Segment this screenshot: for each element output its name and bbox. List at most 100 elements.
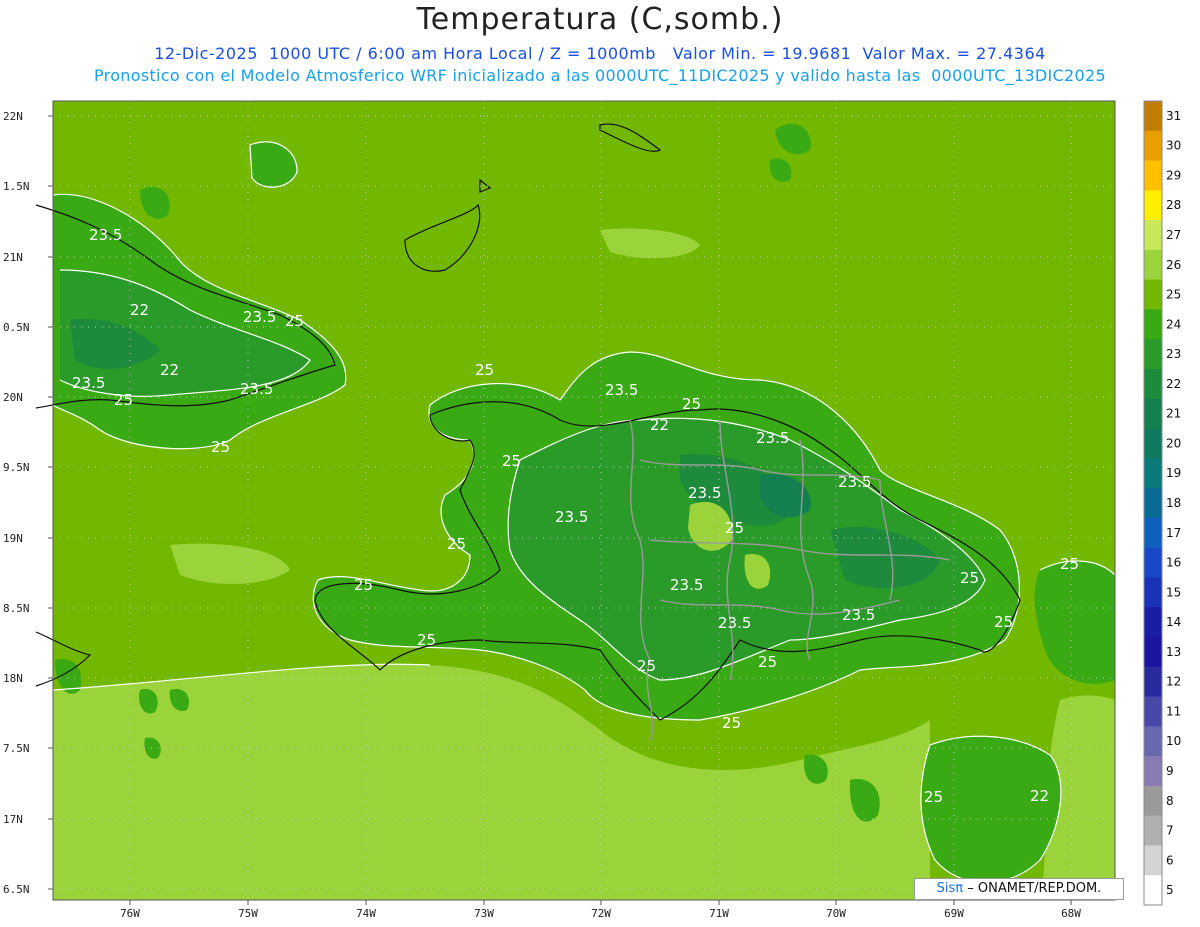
contour-label: 23.5: [243, 308, 276, 326]
contour-label: 23.5: [605, 381, 638, 399]
colorbar-swatch: [1144, 547, 1162, 578]
colorbar-swatch: [1144, 815, 1162, 846]
lat-label: 21N: [3, 251, 23, 264]
colorbar-label: 26: [1166, 258, 1181, 272]
colorbar-swatch: [1144, 309, 1162, 340]
colorbar-label: 9: [1166, 764, 1174, 778]
colorbar-swatch: [1144, 249, 1162, 281]
colorbar-label: 12: [1166, 675, 1181, 689]
lat-label: 17N: [3, 813, 23, 826]
lon-label: 71W: [709, 907, 729, 920]
contour-label: 25: [354, 576, 373, 594]
colorbar-swatch: [1144, 637, 1162, 668]
contour-label: 23.5: [72, 374, 105, 392]
colorbar-label: 28: [1166, 198, 1181, 212]
contour-label: 25: [924, 788, 943, 806]
contour-label: 23.5: [555, 508, 588, 526]
lat-label: 7.5N: [3, 742, 30, 755]
contour-label: 22: [130, 301, 149, 319]
contour-label: 23.5: [838, 473, 871, 491]
lat-label: 6.5N: [3, 883, 30, 896]
colorbar-swatch: [1144, 756, 1162, 787]
lon-label: 72W: [591, 907, 611, 920]
colorbar-label: 11: [1166, 704, 1181, 718]
colorbar-label: 18: [1166, 496, 1181, 510]
colorbar-label: 30: [1166, 139, 1181, 153]
colorbar-swatch: [1144, 726, 1162, 757]
contour-label: 25: [475, 361, 494, 379]
contour-label: 22: [650, 416, 669, 434]
contour-label: 23.5: [89, 226, 122, 244]
latitude-axis: 22N 1.5N 21N 0.5N 20N 9.5N 19N 8.5N 18N …: [3, 110, 53, 896]
contour-label: 23.5: [842, 606, 875, 624]
colorbar-swatch: [1144, 577, 1162, 608]
contour-label: 25: [447, 535, 466, 553]
colorbar-swatch: [1144, 785, 1162, 817]
contour-label: 22: [160, 361, 179, 379]
colorbar-swatch: [1144, 339, 1162, 370]
lon-label: 76W: [120, 907, 140, 920]
colorbar-swatch: [1144, 279, 1162, 310]
colorbar-swatch: [1144, 845, 1162, 876]
map-field: [53, 101, 1115, 900]
colorbar-swatch: [1144, 369, 1162, 400]
colorbar-label: 20: [1166, 436, 1181, 450]
colorbar-label: 14: [1166, 615, 1181, 629]
contour-label: 25: [417, 631, 436, 649]
lat-label: 0.5N: [3, 321, 30, 334]
lat-label: 18N: [3, 672, 23, 685]
colorbar-label: 31: [1166, 109, 1181, 123]
lat-label: 8.5N: [3, 602, 30, 615]
contour-label: 25: [682, 395, 701, 413]
contour-label: 25: [758, 653, 777, 671]
credit-box: Sisπ – ONAMET/REP.DOM.: [914, 878, 1124, 900]
colorbar-label: 13: [1166, 645, 1181, 659]
lat-label: 20N: [3, 391, 23, 404]
colorbar-label: 21: [1166, 407, 1181, 421]
colorbar-swatch: [1144, 130, 1162, 162]
contour-label: 22: [1030, 787, 1049, 805]
colorbar-label: 22: [1166, 377, 1181, 391]
contour-label: 25: [994, 613, 1013, 631]
contour-label: 25: [285, 312, 304, 330]
contour-label: 23.5: [756, 429, 789, 447]
colorbar-swatch: [1144, 101, 1162, 132]
colorbar-label: 6: [1166, 853, 1174, 867]
contour-label: 25: [637, 657, 656, 675]
contour-label: 23.5: [718, 614, 751, 632]
credit-text: – ONAMET/REP.DOM.: [967, 881, 1102, 896]
lon-label: 74W: [356, 907, 376, 920]
colorbar-swatch: [1144, 458, 1162, 489]
colorbar-swatch: [1144, 666, 1162, 698]
colorbar-swatch: [1144, 190, 1162, 221]
colorbar-swatch: [1144, 517, 1162, 549]
brand-logo: Sisπ: [936, 881, 964, 896]
lon-label: 73W: [474, 907, 494, 920]
contour-label: 25: [1060, 555, 1079, 573]
colorbar-label: 29: [1166, 168, 1181, 182]
lon-label: 68W: [1061, 907, 1081, 920]
lon-label: 75W: [238, 907, 258, 920]
colorbar: 31 30 29 28 27 26 25 24 23 22 21 20 19 18 17 16 15 14 13 12…: [1143, 100, 1181, 906]
contour-label: 23.5: [670, 576, 703, 594]
colorbar-label: 27: [1166, 228, 1181, 242]
colorbar-label: 10: [1166, 734, 1181, 748]
colorbar-label: 24: [1166, 317, 1181, 331]
colorbar-swatch: [1144, 696, 1162, 727]
contour-label: 25: [502, 452, 521, 470]
lon-label: 70W: [826, 907, 846, 920]
colorbar-label: 25: [1166, 288, 1181, 302]
longitude-axis: 76W 75W 74W 73W 72W 71W 70W 69W 68W: [120, 900, 1081, 920]
lon-label: 69W: [944, 907, 964, 920]
colorbar-label: 16: [1166, 556, 1181, 570]
contour-label: 23.5: [240, 380, 273, 398]
colorbar-swatch: [1144, 428, 1162, 459]
colorbar-swatch: [1144, 398, 1162, 430]
colorbar-swatch: [1144, 160, 1162, 191]
contour-label: 25: [722, 714, 741, 732]
contour-label: 23.5: [688, 484, 721, 502]
colorbar-label: 17: [1166, 526, 1181, 540]
lat-label: 22N: [3, 110, 23, 123]
colorbar-label: 19: [1166, 466, 1181, 480]
temperature-map: 23.5 22 23.5 25 22 23.5 25 23.5 25 25 23…: [3, 100, 1181, 920]
